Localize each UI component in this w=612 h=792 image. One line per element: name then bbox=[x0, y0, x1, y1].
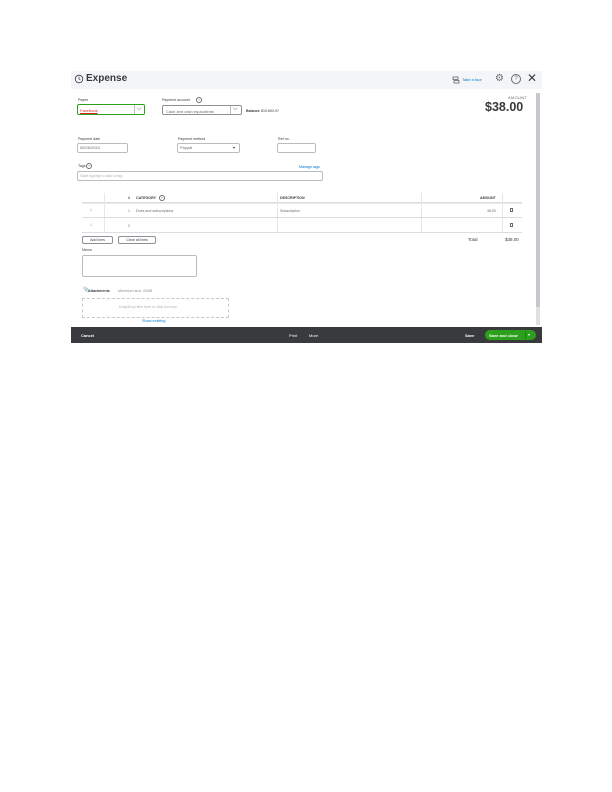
payee-label: Payee bbox=[78, 98, 89, 102]
save-and-close-label: Save and close bbox=[489, 333, 518, 338]
payment-account-field[interactable]: Cash and cash equivalents ⌵ bbox=[162, 105, 242, 115]
chevron-down-icon[interactable]: ⌵ bbox=[137, 106, 142, 113]
payment-method-field[interactable]: Paypal ▾ bbox=[177, 143, 240, 153]
table-bottom-line bbox=[82, 232, 522, 233]
ref-no-label: Ref no. bbox=[278, 137, 290, 141]
title-bar: Expense Take a tour ⚙ ? ✕ bbox=[71, 71, 542, 89]
clear-all-lines-button[interactable]: Clear all lines bbox=[118, 236, 156, 244]
tags-placeholder: Start typing to add a tag bbox=[80, 173, 123, 178]
add-lines-button[interactable]: Add lines bbox=[82, 236, 113, 244]
payment-date-value: 05/26/2024 bbox=[80, 145, 101, 150]
save-split-divider bbox=[525, 331, 526, 339]
total-value: $38.00 bbox=[505, 237, 519, 242]
show-existing-link[interactable]: Show existing bbox=[142, 319, 165, 323]
save-button[interactable]: Save bbox=[465, 333, 474, 338]
cancel-button[interactable]: Cancel bbox=[81, 333, 94, 338]
print-button[interactable]: Print bbox=[289, 333, 297, 338]
row-num: 2 bbox=[128, 224, 130, 228]
trash-icon[interactable] bbox=[510, 208, 513, 212]
info-icon[interactable]: ? bbox=[196, 97, 202, 103]
row-amount[interactable]: 38.00 bbox=[487, 209, 496, 213]
payment-account-label: Payment account bbox=[162, 98, 190, 102]
footer-bar: Cancel Print More Save Save and close ▾ bbox=[71, 327, 542, 343]
col-divider bbox=[277, 193, 278, 233]
more-button[interactable]: More bbox=[309, 333, 318, 338]
payee-value: Facebook bbox=[80, 108, 98, 113]
total-label: Total bbox=[468, 237, 478, 242]
manage-tags-link[interactable]: Manage tags bbox=[299, 165, 320, 169]
table-header-rule bbox=[82, 203, 522, 204]
drag-handle-icon[interactable]: ⁞⁞ bbox=[90, 207, 92, 212]
col-divider bbox=[421, 193, 422, 233]
payment-date-field[interactable]: 05/26/2024 bbox=[77, 143, 128, 153]
scrollbar[interactable] bbox=[536, 93, 540, 325]
help-icon[interactable]: ? bbox=[511, 74, 521, 84]
ref-no-field[interactable] bbox=[277, 143, 316, 153]
row-description[interactable]: Subscription bbox=[280, 209, 300, 213]
attachments-max-size: Maximum size: 20MB bbox=[118, 289, 153, 293]
balance-label: Balance bbox=[246, 109, 260, 113]
attachments-label: Attachments bbox=[88, 289, 110, 293]
chevron-down-icon[interactable]: ⌵ bbox=[233, 106, 238, 113]
payment-method-value: Paypal bbox=[180, 145, 193, 150]
history-icon[interactable] bbox=[74, 74, 84, 84]
payee-field[interactable]: Facebook ⌵ bbox=[77, 104, 145, 115]
tour-icon[interactable] bbox=[452, 76, 460, 84]
col-amount-header: AMOUNT bbox=[480, 196, 496, 200]
col-description-header: DESCRIPTION bbox=[280, 196, 305, 200]
col-divider bbox=[104, 193, 105, 233]
tags-label: Tags bbox=[78, 164, 86, 168]
page-title: Expense bbox=[86, 73, 128, 84]
payment-account-divider bbox=[230, 106, 231, 114]
save-and-close-button[interactable]: Save and close ▾ bbox=[485, 330, 536, 340]
caret-down-icon[interactable]: ▾ bbox=[528, 332, 530, 337]
memo-textarea[interactable] bbox=[82, 255, 197, 277]
gear-icon[interactable]: ⚙ bbox=[495, 73, 504, 85]
info-icon[interactable]: ? bbox=[86, 163, 92, 169]
memo-label: Memo bbox=[82, 248, 92, 252]
take-a-tour-link[interactable]: Take a tour bbox=[462, 77, 482, 82]
expense-window: Expense Take a tour ⚙ ? ✕ Payee Facebook… bbox=[71, 71, 542, 343]
drag-handle-icon[interactable]: ⁞⁞ bbox=[90, 222, 92, 227]
tags-input[interactable]: Start typing to add a tag bbox=[77, 171, 323, 181]
col-num-header: # bbox=[128, 196, 130, 200]
info-icon[interactable]: ? bbox=[159, 195, 165, 201]
row-divider bbox=[82, 217, 522, 218]
amount-total: $38.00 bbox=[485, 100, 524, 114]
trash-icon[interactable] bbox=[510, 223, 513, 227]
row-category[interactable]: Dues and subscriptions bbox=[136, 209, 173, 213]
col-category-header: CATEGORY bbox=[136, 196, 156, 200]
balance-value: $19,693.97 bbox=[261, 109, 279, 113]
caret-down-icon[interactable]: ▾ bbox=[233, 144, 235, 152]
payment-date-label: Payment date bbox=[78, 137, 101, 141]
payment-account-value: Cash and cash equivalents bbox=[166, 108, 215, 114]
col-divider bbox=[502, 193, 503, 233]
scroll-thumb[interactable] bbox=[536, 93, 540, 307]
payee-divider bbox=[134, 105, 135, 114]
row-num: 1 bbox=[128, 209, 130, 213]
dropzone-text: Drag/Drop files here or click the icon bbox=[119, 305, 177, 309]
payment-method-label: Payment method bbox=[178, 137, 206, 141]
close-icon[interactable]: ✕ bbox=[527, 71, 537, 85]
